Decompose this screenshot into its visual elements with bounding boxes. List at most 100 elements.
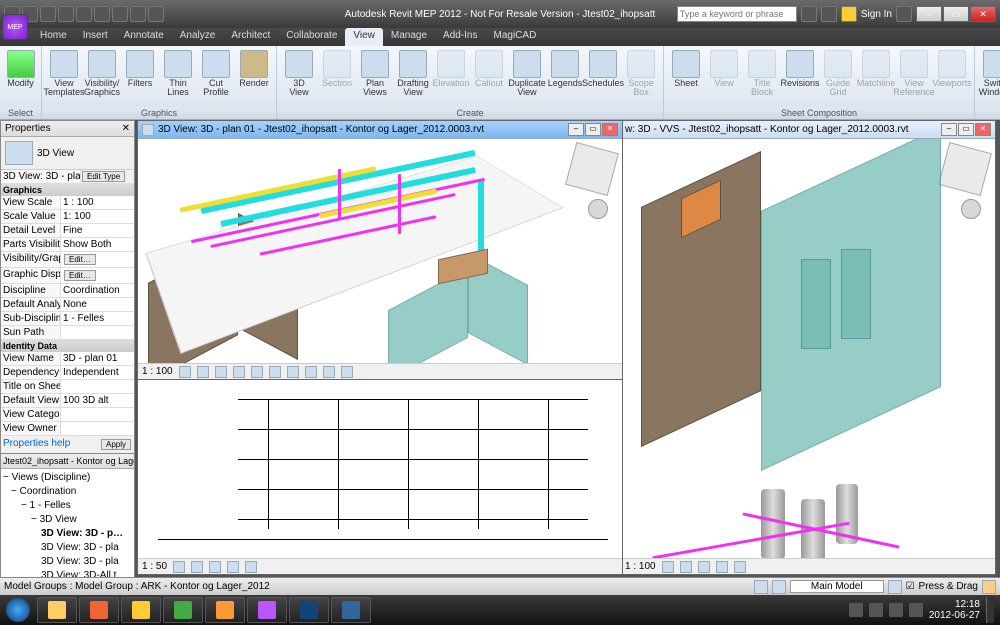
viewcube-icon[interactable]: [938, 142, 992, 196]
tray-flag-icon[interactable]: [869, 603, 883, 617]
plan-views-button[interactable]: Plan Views: [357, 48, 393, 99]
tab-home[interactable]: Home: [32, 28, 75, 46]
legends-button[interactable]: Legends: [547, 48, 583, 90]
qat-redo-icon[interactable]: [58, 6, 74, 22]
task-chrome[interactable]: [163, 597, 203, 623]
property-row[interactable]: Parts VisibilityShow Both: [1, 238, 134, 252]
crop-region-icon[interactable]: [287, 366, 299, 378]
tray-network-icon[interactable]: [889, 603, 903, 617]
property-row[interactable]: Scale Value1: 100: [1, 210, 134, 224]
identity-section-header[interactable]: Identity Data: [1, 340, 134, 352]
property-row[interactable]: Graphic Displ…Edit…: [1, 268, 134, 284]
qat-print-icon[interactable]: [76, 6, 92, 22]
qat-sync-icon[interactable]: [112, 6, 128, 22]
viewport-title-bar[interactable]: w: 3D - VVS - Jtest02_ihopsatt - Kontor …: [621, 121, 995, 139]
viewport-canvas[interactable]: [138, 379, 622, 558]
modify-button[interactable]: Modify: [4, 48, 37, 90]
shadows-icon[interactable]: [227, 561, 239, 573]
graphics-section-header[interactable]: Graphics: [1, 184, 134, 196]
thin-lines-button[interactable]: Thin Lines: [160, 48, 196, 99]
edit-button[interactable]: Edit…: [64, 270, 96, 281]
tree-item[interactable]: 3D View: 3D - pla: [3, 541, 132, 555]
task-outlook[interactable]: [121, 597, 161, 623]
tab-architect[interactable]: Architect: [223, 28, 278, 46]
rendering-icon[interactable]: [251, 366, 263, 378]
matchline-button[interactable]: Matchline: [858, 48, 894, 90]
detail-level-icon[interactable]: [173, 561, 185, 573]
switch-windows-button[interactable]: Switch Windows: [979, 48, 1000, 99]
exclude-options-icon[interactable]: [888, 580, 902, 594]
guide-grid-button[interactable]: Guide Grid: [820, 48, 856, 99]
crop-icon[interactable]: [245, 561, 257, 573]
view-templates-button[interactable]: View Templates: [46, 48, 82, 99]
tab-magicad[interactable]: MagiCAD: [486, 28, 545, 46]
scale-button[interactable]: 1 : 100: [142, 366, 173, 377]
editable-only-icon[interactable]: [772, 580, 786, 594]
detail-level-icon[interactable]: [179, 366, 191, 378]
visual-style-icon[interactable]: [197, 366, 209, 378]
nav-wheel-icon[interactable]: [588, 199, 608, 219]
tree-item[interactable]: − 1 - Felles: [3, 499, 132, 513]
3d-view-button[interactable]: 3D View: [281, 48, 317, 99]
vp-max-icon[interactable]: ▭: [585, 123, 601, 136]
vp-close-icon[interactable]: ✕: [975, 123, 991, 136]
section-button[interactable]: Section: [319, 48, 355, 90]
tab-collaborate[interactable]: Collaborate: [278, 28, 345, 46]
viewcube-icon[interactable]: [565, 142, 619, 196]
property-row[interactable]: Sun Path: [1, 326, 134, 340]
vp-close-icon[interactable]: ✕: [602, 123, 618, 136]
tab-view[interactable]: View: [345, 28, 383, 46]
clock-date[interactable]: 2012-06-27: [929, 610, 980, 621]
place-view-button[interactable]: View: [706, 48, 742, 90]
tab-annotate[interactable]: Annotate: [116, 28, 172, 46]
property-row[interactable]: Default Analy…None: [1, 298, 134, 312]
shadows-icon[interactable]: [233, 366, 245, 378]
help-search-input[interactable]: [677, 6, 797, 22]
tree-item[interactable]: 3D View: 3D - p…: [3, 527, 132, 541]
tree-item[interactable]: − Coordination: [3, 485, 132, 499]
window-restore-button[interactable]: ▭: [943, 6, 969, 22]
temp-hide-icon[interactable]: [323, 366, 335, 378]
crop-icon[interactable]: [716, 561, 728, 573]
viewports-button[interactable]: Viewports: [934, 48, 970, 90]
qat-3d-icon[interactable]: [130, 6, 146, 22]
qat-undo-icon[interactable]: [40, 6, 56, 22]
properties-close-icon[interactable]: ✕: [122, 123, 130, 134]
cut-profile-button[interactable]: Cut Profile: [198, 48, 234, 99]
schedules-button[interactable]: Schedules: [585, 48, 621, 90]
scale-button[interactable]: 1 : 50: [142, 561, 167, 572]
instance-filter[interactable]: 3D View: 3D - plan 0 Edit Type: [1, 170, 134, 184]
visibility-graphics-button[interactable]: Visibility/ Graphics: [84, 48, 120, 99]
apply-button[interactable]: Apply: [101, 439, 131, 450]
property-row[interactable]: Detail LevelFine: [1, 224, 134, 238]
property-row[interactable]: Sub-Discipline1 - Felles: [1, 312, 134, 326]
revisions-button[interactable]: Revisions: [782, 48, 818, 90]
sun-path-icon[interactable]: [215, 366, 227, 378]
model-graphics-icon[interactable]: [662, 561, 674, 573]
property-row[interactable]: View Scale1 : 100: [1, 196, 134, 210]
favorites-icon[interactable]: [841, 6, 857, 22]
property-row[interactable]: View Name3D - plan 01: [1, 352, 134, 366]
viewport-canvas[interactable]: [138, 139, 622, 363]
tab-analyze[interactable]: Analyze: [172, 28, 224, 46]
nav-wheel-icon[interactable]: [961, 199, 981, 219]
task-photoshop[interactable]: [289, 597, 329, 623]
reveal-hidden-icon[interactable]: [341, 366, 353, 378]
properties-help-link[interactable]: Properties help: [3, 438, 70, 451]
scope-box-button[interactable]: Scope Box: [623, 48, 659, 99]
sign-in-button[interactable]: Sign In: [861, 9, 892, 20]
task-firefox[interactable]: [79, 597, 119, 623]
elevation-button[interactable]: Elevation: [433, 48, 469, 90]
drafting-view-button[interactable]: Drafting View: [395, 48, 431, 99]
shadows-icon[interactable]: [698, 561, 710, 573]
filter-icon[interactable]: [982, 580, 996, 594]
qat-measure-icon[interactable]: [94, 6, 110, 22]
task-snagit[interactable]: [205, 597, 245, 623]
viewport-title-bar[interactable]: 3D View: 3D - plan 01 - Jtest02_ihopsatt…: [138, 121, 622, 139]
sun-path-icon[interactable]: [209, 561, 221, 573]
tab-manage[interactable]: Manage: [383, 28, 435, 46]
tab-addins[interactable]: Add-Ins: [435, 28, 485, 46]
show-desktop-button[interactable]: [986, 597, 994, 623]
property-row[interactable]: View Category: [1, 408, 134, 422]
press-drag-toggle[interactable]: Press & Drag: [919, 581, 978, 592]
